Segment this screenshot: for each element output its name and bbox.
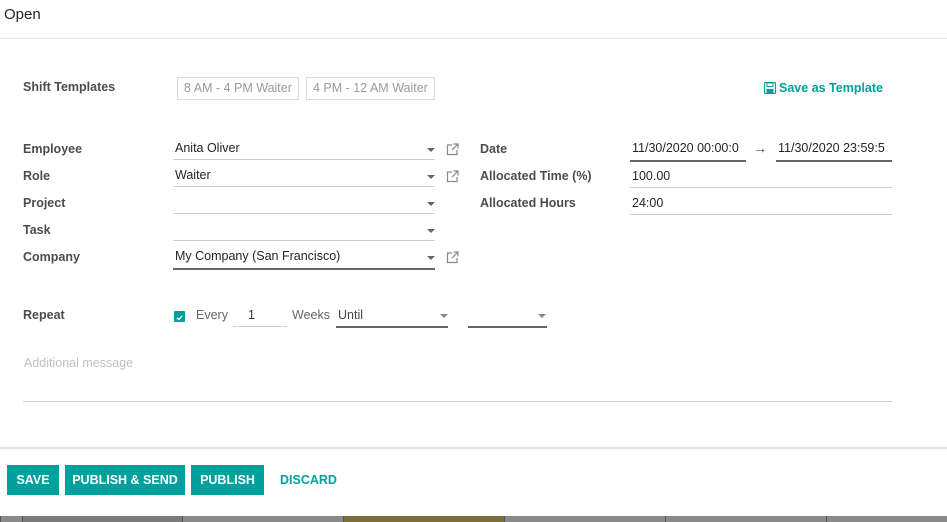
dialog-header: Open <box>0 0 947 39</box>
date-label: Date <box>480 142 508 156</box>
dialog-title: Open <box>4 6 41 23</box>
repeat-interval-input[interactable]: 1 <box>233 305 287 327</box>
save-as-template-button[interactable]: Save as Template <box>764 81 883 95</box>
allocated-time-value: 100.00 <box>632 169 671 183</box>
role-select[interactable]: Waiter <box>173 165 435 187</box>
date-start-value: 11/30/2020 00:00:0 <box>632 141 739 155</box>
background-strip <box>0 516 947 522</box>
message-underline <box>23 401 892 402</box>
date-start-input[interactable]: 11/30/2020 00:00:0 <box>630 138 746 162</box>
repeat-type-dropdown-icon[interactable] <box>440 314 448 318</box>
company-dropdown-icon[interactable] <box>427 256 435 260</box>
save-button[interactable]: SAVE <box>7 465 59 495</box>
company-label: Company <box>23 250 80 264</box>
project-dropdown-icon[interactable] <box>427 202 435 206</box>
floppy-disk-icon <box>764 82 776 94</box>
repeat-type-value: Until <box>338 308 364 322</box>
date-end-value: 11/30/2020 23:59:5 <box>778 141 885 155</box>
repeat-until-dropdown-icon[interactable] <box>538 314 546 318</box>
date-end-input[interactable]: 11/30/2020 23:59:5 <box>776 138 892 162</box>
repeat-checkbox[interactable] <box>174 311 185 322</box>
allocated-time-label: Allocated Time (%) <box>480 169 592 183</box>
external-link-icon[interactable] <box>446 170 459 183</box>
company-select[interactable]: My Company (San Francisco) <box>173 246 435 270</box>
external-link-icon[interactable] <box>446 143 459 156</box>
publish-button[interactable]: PUBLISH <box>191 465 264 495</box>
repeat-until-date-input[interactable] <box>468 305 547 328</box>
save-as-template-label: Save as Template <box>779 81 883 95</box>
employee-label: Employee <box>23 142 83 156</box>
repeat-interval-value: 1 <box>248 308 255 322</box>
role-label: Role <box>23 169 51 183</box>
employee-select[interactable]: Anita Oliver <box>173 138 435 160</box>
publish-send-button[interactable]: PUBLISH & SEND <box>65 465 185 495</box>
project-select[interactable] <box>173 192 435 214</box>
employee-dropdown-icon[interactable] <box>427 148 435 152</box>
task-select[interactable] <box>173 219 435 241</box>
company-value: My Company (San Francisco) <box>175 249 341 263</box>
allocated-time-input[interactable]: 100.00 <box>630 166 892 188</box>
project-label: Project <box>23 196 66 210</box>
date-range-arrow-icon: → <box>753 140 767 156</box>
task-label: Task <box>23 223 51 237</box>
role-value: Waiter <box>175 168 211 182</box>
task-dropdown-icon[interactable] <box>427 229 435 233</box>
allocated-hours-input[interactable]: 24:00 <box>630 193 892 215</box>
footer-divider <box>0 447 947 449</box>
allocated-hours-label: Allocated Hours <box>480 196 576 210</box>
shift-templates-label: Shift Templates <box>23 80 116 94</box>
weeks-label: Weeks <box>292 308 330 322</box>
external-link-icon[interactable] <box>446 251 459 264</box>
template-button-evening[interactable]: 4 PM - 12 AM Waiter <box>306 77 435 100</box>
repeat-type-select[interactable]: Until <box>336 305 448 328</box>
additional-message-input[interactable]: Additional message <box>24 356 133 370</box>
discard-button[interactable]: DISCARD <box>280 465 337 495</box>
checkmark-icon <box>176 315 183 321</box>
repeat-label: Repeat <box>23 308 65 322</box>
allocated-hours-value: 24:00 <box>632 196 664 210</box>
template-button-morning[interactable]: 8 AM - 4 PM Waiter <box>177 77 299 100</box>
every-label: Every <box>196 308 228 322</box>
employee-value: Anita Oliver <box>175 141 240 155</box>
role-dropdown-icon[interactable] <box>427 175 435 179</box>
